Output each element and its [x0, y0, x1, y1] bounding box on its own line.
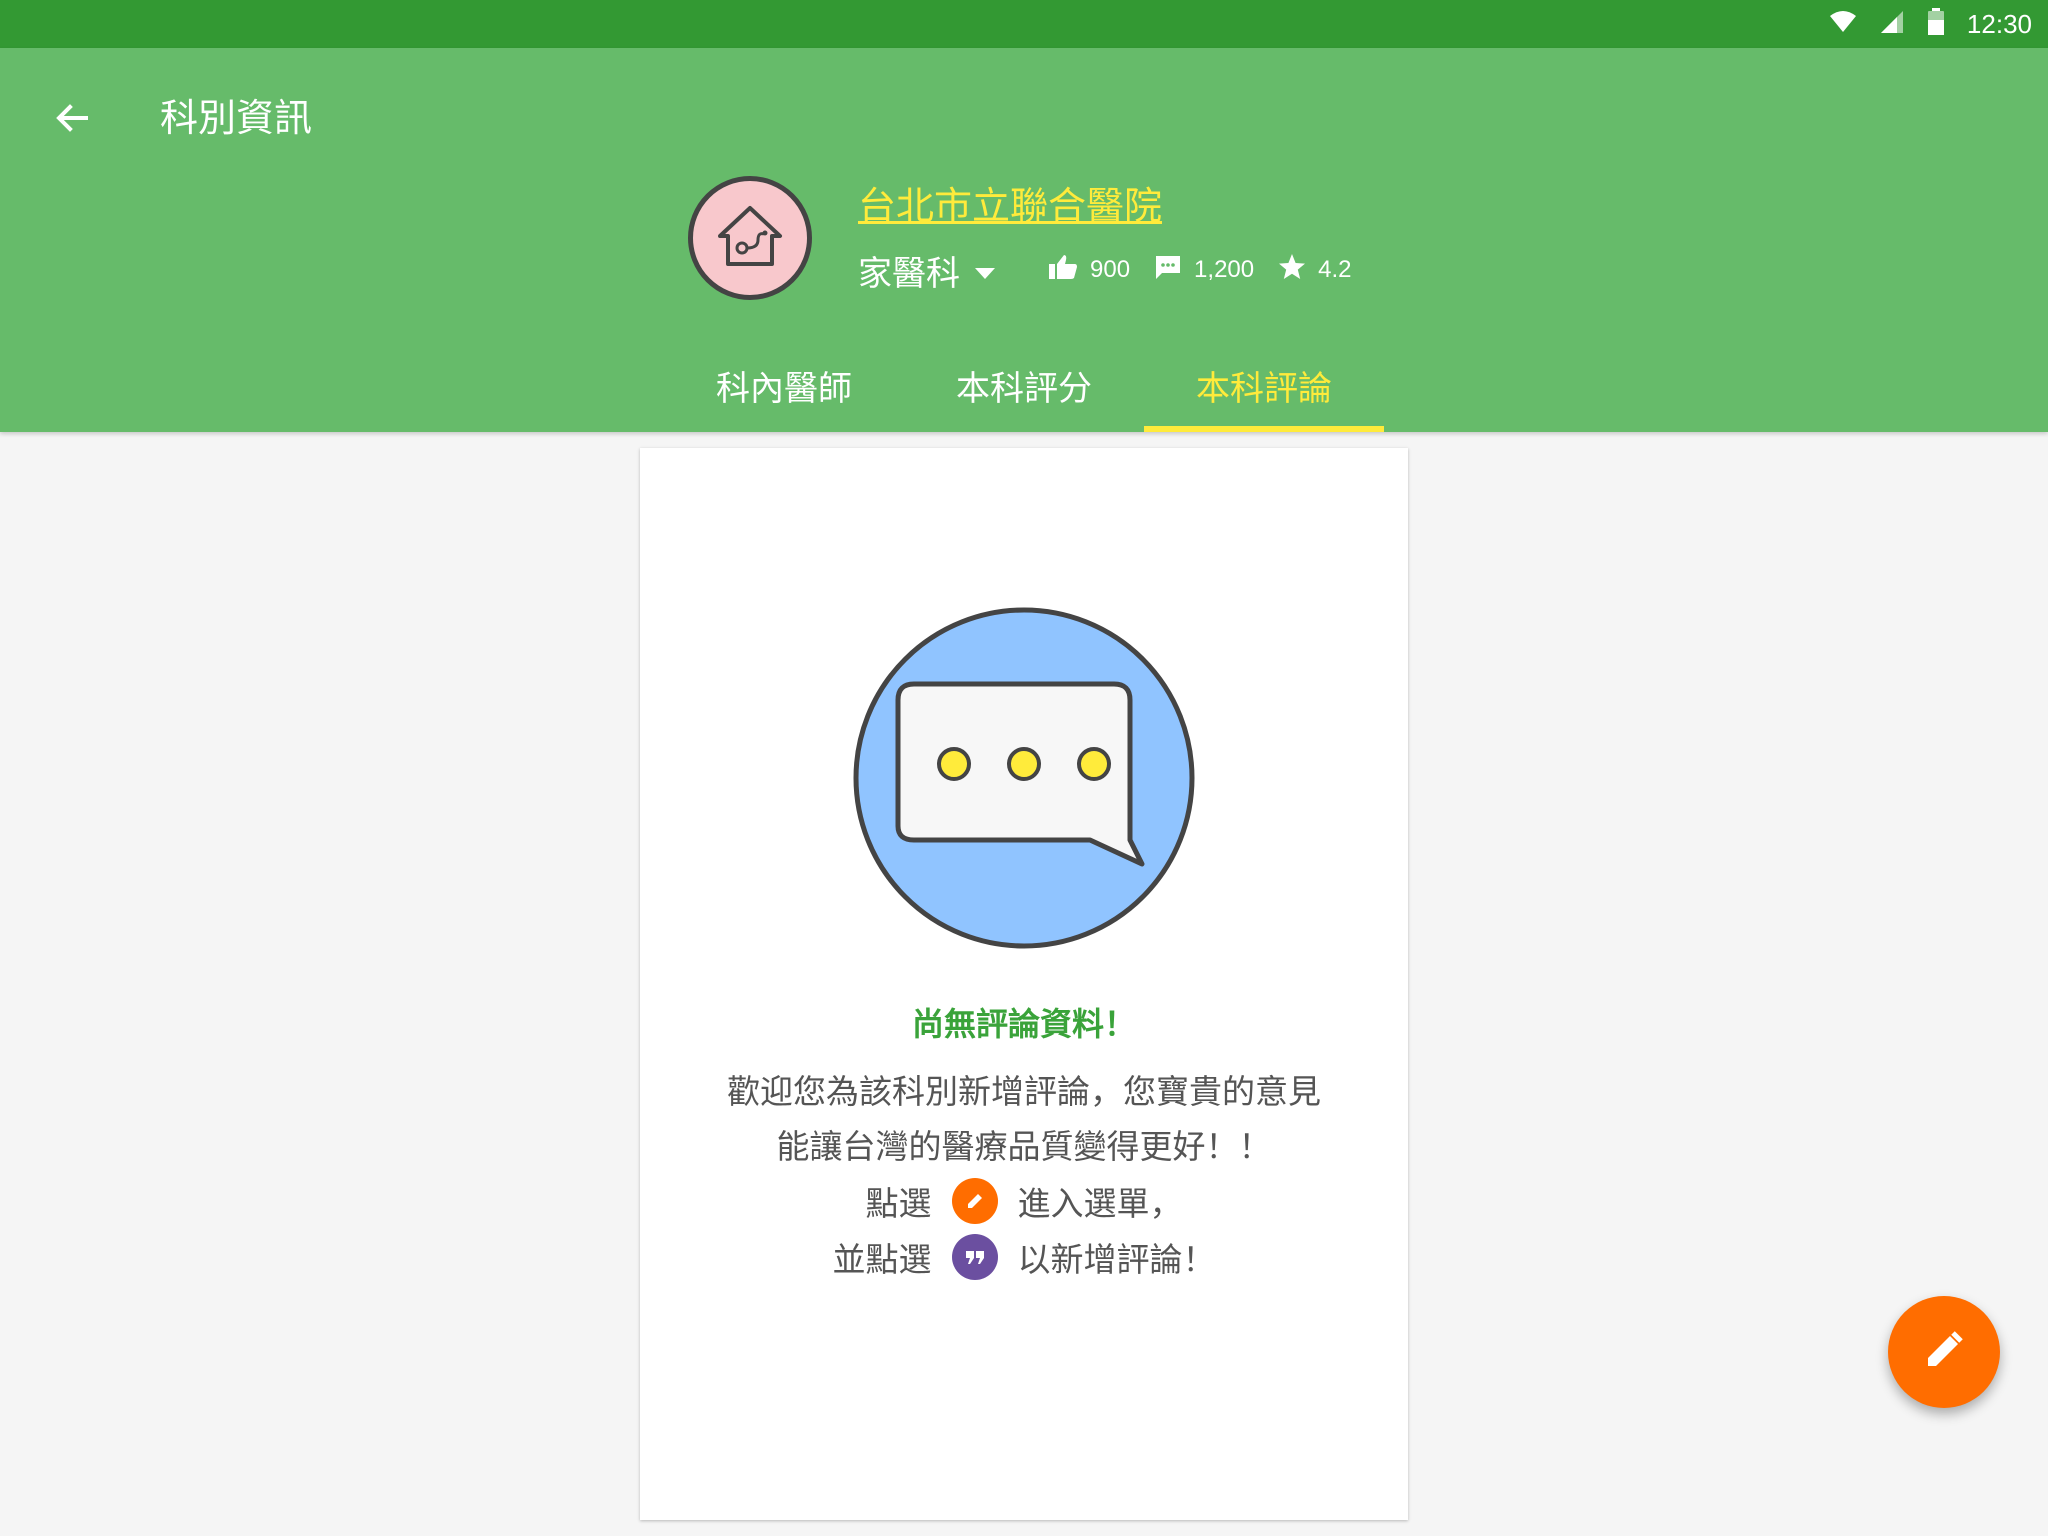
house-stethoscope-icon — [710, 196, 790, 280]
instruction-row-1: 點選 進入選單， — [640, 1174, 1408, 1228]
department-row: 家醫科 900 1,200 4.2 — [858, 244, 1375, 296]
comment-icon — [1154, 253, 1182, 288]
rating-stat: 4.2 — [1278, 253, 1351, 288]
status-bar: 12:30 — [0, 0, 2048, 48]
tab-bar: 科內醫師 本科評分 本科評論 — [0, 352, 2048, 432]
rating-value: 4.2 — [1318, 256, 1352, 283]
pencil-icon — [951, 1178, 998, 1224]
department-label: 家醫科 — [858, 253, 960, 294]
comments-count: 1,200 — [1194, 256, 1255, 283]
arrow-left-icon — [54, 100, 90, 140]
department-avatar — [688, 176, 812, 300]
department-dropdown[interactable]: 家醫科 — [858, 246, 996, 295]
empty-state-title: 尚無評論資料！ — [911, 1005, 1136, 1043]
description-line-2: 能讓台灣的醫療品質變得更好！！ — [776, 1127, 1272, 1166]
chat-bubble-icon — [850, 604, 1198, 952]
battery-icon — [1927, 8, 1945, 40]
star-icon — [1278, 253, 1306, 288]
wifi-icon — [1829, 10, 1857, 38]
instruction-2-prefix: 並點選 — [832, 1240, 932, 1279]
app-bar: 科別資訊 台北市立聯合醫院 家醫科 900 1,200 4.2 科內醫師 本科評… — [0, 48, 2048, 432]
status-time: 12:30 — [1966, 8, 2032, 39]
caret-down-icon — [974, 250, 996, 290]
tab-indicator — [1144, 426, 1384, 432]
pencil-icon — [1922, 1328, 1966, 1376]
tab-ratings[interactable]: 本科評分 — [904, 352, 1144, 432]
likes-count: 900 — [1090, 256, 1131, 283]
description-line-1: 歡迎您為該科別新增評論，您寶貴的意見 — [727, 1072, 1321, 1111]
add-review-fab[interactable] — [1888, 1296, 2000, 1408]
comments-stat: 1,200 — [1154, 253, 1254, 288]
empty-state-description: 歡迎您為該科別新增評論，您寶貴的意見 能讓台灣的醫療品質變得更好！！ — [680, 1064, 1368, 1174]
back-button[interactable] — [40, 88, 104, 152]
thumbs-up-icon — [1048, 253, 1078, 288]
quote-icon — [951, 1234, 998, 1280]
cell-signal-icon — [1879, 9, 1905, 39]
instruction-2-suffix: 以新增評論！ — [1017, 1240, 1216, 1279]
page-title: 科別資訊 — [160, 96, 313, 140]
status-icons: 12:30 — [1829, 0, 2032, 48]
instruction-row-2: 並點選 以新增評論！ — [640, 1230, 1408, 1284]
instruction-1-prefix: 點選 — [865, 1184, 932, 1223]
empty-review-card: 尚無評論資料！ 歡迎您為該科別新增評論，您寶貴的意見 能讓台灣的醫療品質變得更好… — [640, 448, 1408, 1520]
tab-reviews[interactable]: 本科評論 — [1144, 352, 1384, 432]
likes-stat: 900 — [1048, 253, 1130, 288]
hospital-name-link[interactable]: 台北市立聯合醫院 — [858, 176, 1162, 236]
instruction-1-suffix: 進入選單， — [1017, 1184, 1183, 1223]
tab-doctors[interactable]: 科內醫師 — [664, 352, 904, 432]
